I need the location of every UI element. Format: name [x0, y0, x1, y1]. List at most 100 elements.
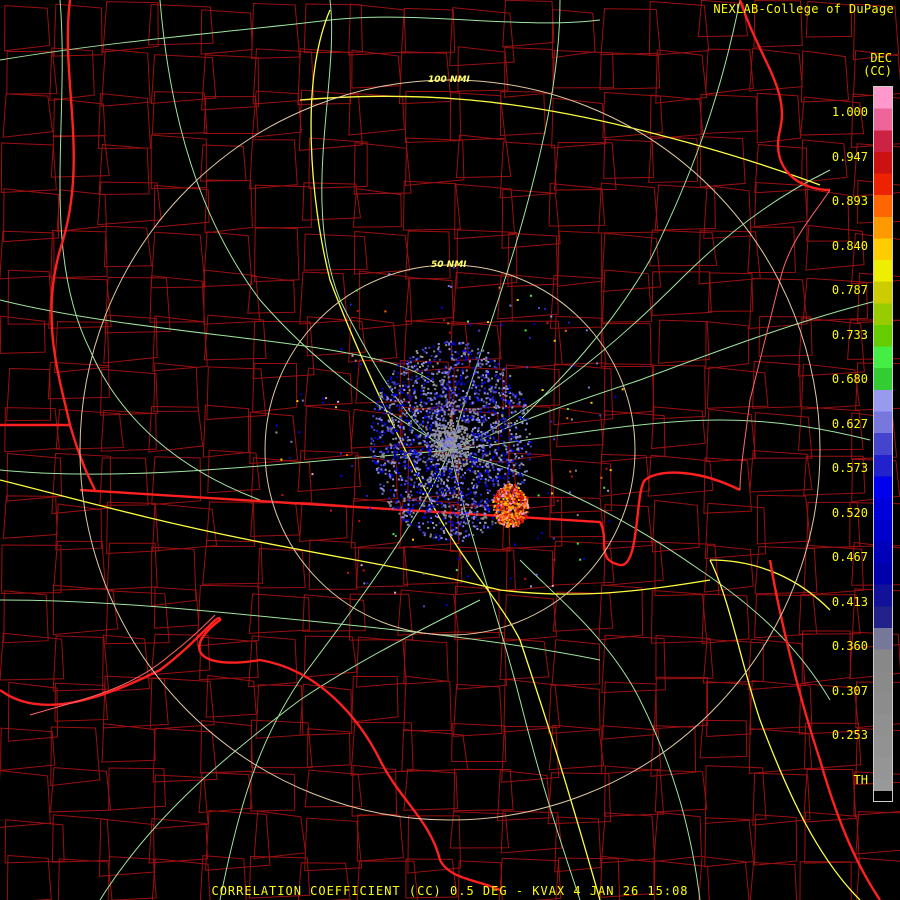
echo-pixel [485, 454, 488, 457]
echo-pixel [440, 432, 442, 435]
echo-pixel [446, 383, 448, 386]
echo-pixel [477, 433, 480, 436]
echo-pixel [455, 494, 458, 497]
echo-pixel [404, 483, 407, 486]
echo-pixel [457, 473, 460, 476]
echo-pixel [428, 483, 431, 486]
echo-pixel [437, 348, 440, 351]
echo-pixel [464, 421, 467, 423]
echo-pixel [508, 492, 511, 495]
echo-pixel [412, 411, 415, 414]
echo-pixel [388, 469, 391, 472]
echo-pixel [374, 437, 376, 440]
echo-pixel [471, 503, 474, 506]
echo-pixel [521, 512, 524, 515]
echo-pixel [482, 400, 485, 403]
echo-pixel [447, 520, 450, 523]
echo-pixel [490, 387, 493, 390]
echo-pixel [434, 398, 437, 400]
echo-pixel [300, 393, 303, 396]
echo-pixel [451, 489, 454, 492]
echo-pixel [483, 392, 486, 395]
echo-pixel [446, 438, 449, 441]
echo-pixel [508, 384, 511, 387]
echo-pixel [502, 421, 505, 424]
echo-pixel [375, 468, 378, 471]
echo-pixel [518, 493, 521, 496]
echo-pixel [479, 433, 482, 436]
echo-pixel [426, 397, 429, 400]
echo-pixel [407, 467, 410, 469]
echo-pixel [481, 379, 483, 382]
echo-pixel [427, 419, 430, 422]
echo-pixel [454, 431, 457, 434]
echo-pixel [476, 519, 479, 522]
echo-pixel [298, 431, 301, 434]
echo-pixel [427, 527, 430, 529]
echo-pixel [389, 476, 392, 479]
echo-pixel [386, 379, 389, 382]
echo-pixel [467, 421, 470, 424]
echo-pixel [440, 424, 442, 427]
echo-pixel [486, 501, 488, 503]
echo-pixel [387, 501, 390, 503]
echo-pixel [514, 410, 517, 413]
echo-pixel [457, 497, 460, 499]
echo-pixel [396, 382, 399, 385]
echo-pixel [381, 492, 384, 495]
echo-pixel [462, 458, 465, 461]
echo-pixel [347, 571, 349, 574]
echo-pixel [416, 381, 419, 384]
echo-pixel [438, 422, 441, 425]
echo-pixel [435, 467, 438, 470]
echo-pixel [414, 434, 417, 437]
echo-pixel [474, 371, 477, 373]
echo-pixel [402, 404, 405, 407]
echo-pixel [433, 458, 436, 461]
echo-pixel [488, 452, 491, 455]
legend-label: 0.253 [831, 728, 868, 742]
echo-pixel [441, 419, 444, 422]
echo-pixel [452, 412, 455, 415]
echo-pixel [459, 493, 462, 496]
echo-pixel [322, 397, 325, 400]
echo-pixel [448, 458, 451, 461]
echo-pixel [401, 387, 404, 390]
echo-pixel [502, 491, 505, 494]
echo-pixel [376, 404, 379, 407]
echo-pixel [424, 496, 427, 499]
echo-pixel [447, 322, 450, 325]
echo-pixel [416, 368, 419, 371]
echo-pixel [475, 418, 478, 421]
echo-pixel [473, 511, 476, 514]
echo-pixel [370, 437, 373, 440]
echo-pixel [457, 430, 460, 433]
echo-pixel [489, 400, 492, 403]
echo-pixel [474, 507, 477, 510]
echo-pixel [493, 401, 496, 404]
echo-pixel [492, 437, 495, 440]
echo-pixel [478, 448, 481, 451]
echo-pixel [464, 447, 467, 450]
echo-pixel [379, 483, 382, 486]
echo-pixel [396, 398, 399, 401]
echo-pixel [510, 399, 513, 402]
echo-pixel [508, 415, 511, 418]
echo-pixel [437, 443, 440, 446]
echo-pixel [568, 491, 571, 494]
radar-map[interactable]: 100 NMI 50 NMI [0, 0, 900, 900]
echo-pixel [517, 487, 520, 490]
echo-pixel [621, 388, 624, 391]
echo-pixel [355, 289, 358, 292]
echo-pixel [419, 468, 422, 471]
echo-pixel [437, 352, 440, 355]
echo-pixel [409, 454, 412, 457]
echo-pixel [389, 505, 392, 508]
echo-pixel [447, 408, 450, 411]
echo-pixel [393, 464, 395, 467]
echo-pixel [389, 425, 392, 428]
echo-pixel [487, 471, 490, 474]
echo-pixel [392, 421, 395, 424]
echo-pixel [515, 419, 518, 422]
echo-pixel [516, 448, 519, 451]
